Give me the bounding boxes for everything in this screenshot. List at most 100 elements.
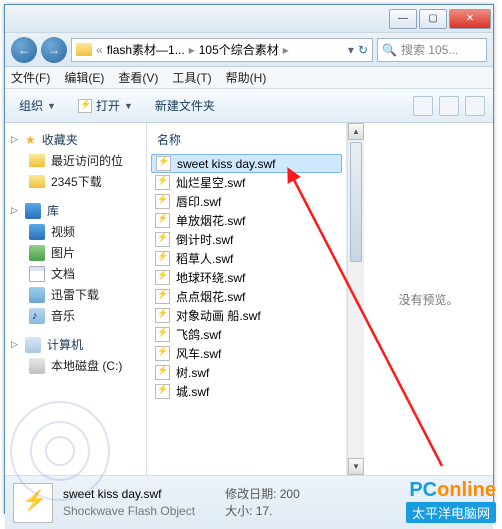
file-name: 树.swf [176, 364, 338, 381]
file-row[interactable]: 对象动画 船.swf [151, 306, 342, 325]
refresh-icon[interactable]: ↻ [358, 43, 368, 57]
scroll-up-button[interactable]: ▲ [348, 123, 364, 140]
folder-icon [29, 154, 45, 167]
folder-icon [76, 43, 92, 56]
sidebar-item-thunder[interactable]: 迅雷下载 [9, 284, 142, 305]
swf-file-icon [156, 156, 171, 171]
file-row[interactable]: 倒计时.swf [151, 230, 342, 249]
file-name: sweet kiss day.swf [177, 157, 337, 171]
nav-back-button[interactable]: ← [11, 37, 37, 63]
swf-file-icon [155, 175, 170, 190]
breadcrumb-seg-1[interactable]: flash素材—1... [107, 41, 185, 58]
search-icon: 🔍 [382, 43, 397, 57]
maximize-button[interactable]: ▢ [419, 9, 447, 29]
file-row[interactable]: 灿烂星空.swf [151, 173, 342, 192]
file-row[interactable]: 风车.swf [151, 344, 342, 363]
file-name: 单放烟花.swf [176, 212, 338, 229]
sidebar-item-pictures[interactable]: 图片 [9, 242, 142, 263]
sidebar-item-music[interactable]: 音乐 [9, 305, 142, 326]
scroll-down-button[interactable]: ▼ [348, 458, 364, 475]
navigation-pane: ▷★收藏夹 最近访问的位 2345下载 ▷库 视频 图片 文档 迅雷下载 音乐 … [5, 123, 147, 475]
search-placeholder: 搜索 105... [401, 41, 458, 58]
list-scrollbar[interactable]: ▲ ▼ [347, 123, 364, 475]
swf-file-icon [155, 308, 170, 323]
file-name: 唇印.swf [176, 193, 338, 210]
preview-pane: 没有预览。 [364, 123, 493, 475]
file-name: 灿烂星空.swf [176, 174, 338, 191]
sidebar-item-drive-c[interactable]: 本地磁盘 (C:) [9, 355, 142, 376]
download-icon [29, 287, 45, 303]
search-input[interactable]: 🔍 搜索 105... [377, 38, 487, 62]
swf-file-icon [155, 327, 170, 342]
minimize-button[interactable]: — [389, 9, 417, 29]
view-mode-button[interactable] [413, 96, 433, 116]
swf-file-icon [155, 289, 170, 304]
video-icon [29, 224, 45, 240]
file-row[interactable]: 稻草人.swf [151, 249, 342, 268]
size-label: 大小: [225, 504, 252, 518]
size-value: 17. [256, 504, 273, 518]
no-preview-text: 没有预览。 [398, 291, 458, 308]
swf-file-icon [155, 365, 170, 380]
organize-button[interactable]: 组织▼ [13, 94, 62, 117]
sidebar-computer[interactable]: ▷计算机 [9, 334, 142, 355]
library-icon [25, 203, 41, 219]
swf-file-icon [155, 270, 170, 285]
swf-file-icon [155, 194, 170, 209]
scroll-thumb[interactable] [350, 142, 362, 262]
sidebar-item-recent[interactable]: 最近访问的位 [9, 150, 142, 171]
nav-forward-button[interactable]: → [41, 37, 67, 63]
swf-file-icon [155, 232, 170, 247]
file-row[interactable]: 树.swf [151, 363, 342, 382]
menu-edit[interactable]: 编辑(E) [64, 69, 104, 86]
file-name: 风车.swf [176, 345, 338, 362]
date-value: 200 [280, 487, 300, 501]
menu-view[interactable]: 查看(V) [118, 69, 158, 86]
file-row[interactable]: 地球环绕.swf [151, 268, 342, 287]
file-row[interactable]: 唇印.swf [151, 192, 342, 211]
breadcrumb[interactable]: « flash素材—1... ▸ 105个综合素材 ▸ ▾ ↻ [71, 38, 373, 62]
file-list: 名称 sweet kiss day.swf 灿烂星空.swf 唇印.swf 单放烟花.… [147, 123, 347, 475]
file-name: 倒计时.swf [176, 231, 338, 248]
music-icon [29, 308, 45, 324]
close-button[interactable]: ✕ [449, 9, 491, 29]
preview-pane-button[interactable] [439, 96, 459, 116]
swf-file-icon [155, 213, 170, 228]
toolbar: 组织▼ 打开▼ 新建文件夹 [5, 89, 493, 123]
watermark: PConline 太平洋电脑网 [406, 479, 496, 523]
column-header-name[interactable]: 名称 [151, 129, 342, 154]
titlebar: — ▢ ✕ [5, 5, 493, 33]
file-row[interactable]: 飞鸽.swf [151, 325, 342, 344]
swf-file-icon [155, 251, 170, 266]
file-row[interactable]: 城.swf [151, 382, 342, 401]
address-bar: ← → « flash素材—1... ▸ 105个综合素材 ▸ ▾ ↻ 🔍 搜索… [5, 33, 493, 67]
flash-icon [78, 99, 92, 113]
help-button[interactable] [465, 96, 485, 116]
file-row[interactable]: 点点烟花.swf [151, 287, 342, 306]
sidebar-item-videos[interactable]: 视频 [9, 221, 142, 242]
menu-tools[interactable]: 工具(T) [172, 69, 211, 86]
sidebar-item-documents[interactable]: 文档 [9, 263, 142, 284]
breadcrumb-seg-2[interactable]: 105个综合素材 [199, 41, 279, 58]
file-name: 稻草人.swf [176, 250, 338, 267]
dropdown-icon[interactable]: ▾ [348, 43, 354, 57]
sidebar-favorites[interactable]: ▷★收藏夹 [9, 129, 142, 150]
document-icon [29, 266, 45, 282]
file-row[interactable]: sweet kiss day.swf [151, 154, 342, 173]
file-name: 飞鸽.swf [176, 326, 338, 343]
new-folder-button[interactable]: 新建文件夹 [149, 94, 221, 117]
menu-file[interactable]: 文件(F) [11, 69, 50, 86]
file-type-icon [13, 483, 53, 523]
file-row[interactable]: 单放烟花.swf [151, 211, 342, 230]
file-name: 地球环绕.swf [176, 269, 338, 286]
selected-file-type: Shockwave Flash Object [63, 503, 195, 520]
computer-icon [25, 337, 41, 353]
swf-file-icon [155, 384, 170, 399]
open-button[interactable]: 打开▼ [72, 94, 139, 117]
sidebar-libraries[interactable]: ▷库 [9, 200, 142, 221]
menu-help[interactable]: 帮助(H) [226, 69, 267, 86]
sidebar-item-2345[interactable]: 2345下载 [9, 171, 142, 192]
picture-icon [29, 245, 45, 261]
selected-file-name: sweet kiss day.swf [63, 486, 195, 503]
file-name: 点点烟花.swf [176, 288, 338, 305]
